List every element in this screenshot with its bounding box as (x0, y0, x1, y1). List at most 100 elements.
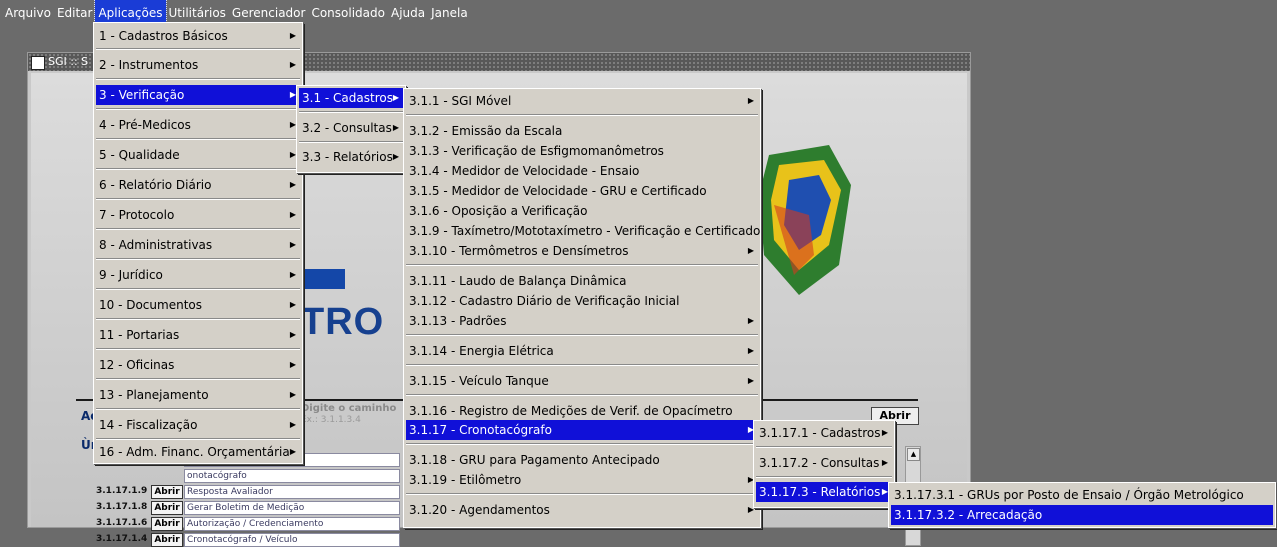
brazil-map-logo (759, 145, 851, 295)
menu-item-3-1-4[interactable]: 3.1.4 - Medidor de Velocidade - Ensaio (406, 161, 758, 181)
list-item-abrir-button[interactable]: Abrir (151, 533, 183, 547)
menu-separator (96, 78, 300, 80)
menu-item-label: 3.1.17 - Cronotacógrafo (409, 423, 552, 437)
menu-item-verificacao[interactable]: 3 - Verificação ▶ (96, 85, 300, 105)
menu-item-documentos[interactable]: 10 - Documentos ▶ (96, 295, 300, 315)
menu-separator (299, 141, 403, 143)
menu-separator (756, 446, 892, 448)
menu-item-3-1-11[interactable]: 3.1.11 - Laudo de Balança Dinâmica (406, 271, 758, 291)
menu-item-juridico[interactable]: 9 - Jurídico ▶ (96, 265, 300, 285)
menu-item-3-1-17-1[interactable]: 3.1.17.1 - Cadastros ▶ (756, 423, 892, 443)
menu-item-3-1-17-2[interactable]: 3.1.17.2 - Consultas ▶ (756, 453, 892, 473)
menu-item-3-1-16[interactable]: 3.1.16 - Registro de Medições de Verif. … (406, 401, 758, 421)
menu-separator (96, 258, 300, 260)
menu-item-3-1-13[interactable]: 3.1.13 - Padrões ▶ (406, 311, 758, 331)
submenu-arrow-icon: ▶ (289, 300, 296, 309)
menu-item-label: 3.1.15 - Veículo Tanque (409, 374, 549, 388)
menu-item-label: 4 - Pré-Medicos (99, 118, 191, 132)
window-title: SGI :: S (48, 55, 89, 68)
menu-item-3-1-17-3-2[interactable]: 3.1.17.3.2 - Arrecadação (891, 505, 1273, 525)
list-item-desc[interactable]: Cronotacógrafo / Veículo (184, 533, 400, 547)
menu-item-label: 3.1.11 - Laudo de Balança Dinâmica (409, 274, 627, 288)
menu-gerenciador[interactable]: Gerenciador (229, 0, 309, 22)
list-item-desc[interactable]: Gerar Boletim de Medição (184, 501, 400, 515)
menu-item-label: 3.1.19 - Etilômetro (409, 473, 522, 487)
menu-item-label: 3.1.9 - Taxímetro/Mototaxímetro - Verifi… (409, 224, 761, 238)
list-item-desc[interactable]: Autorização / Credenciamento (184, 517, 400, 531)
list-item-abrir-button[interactable]: Abrir (151, 501, 183, 515)
menu-item-3-1-20[interactable]: 3.1.20 - Agendamentos ▶ (406, 500, 758, 520)
path-input-example: Ex.: 3.1.1.3.4 (301, 415, 361, 425)
menu-item-label: 10 - Documentos (99, 298, 202, 312)
menu-item-label: 13 - Planejamento (99, 388, 209, 402)
menu-item-3-1-17-3[interactable]: 3.1.17.3 - Relatórios ▶ (756, 482, 892, 502)
menu-item-3-1-cadastros[interactable]: 3.1 - Cadastros ▶ (299, 88, 403, 108)
submenu-arrow-icon: ▶ (392, 152, 399, 161)
menu-item-pre-medicos[interactable]: 4 - Pré-Medicos ▶ (96, 115, 300, 135)
menu-item-3-1-17-3-1[interactable]: 3.1.17.3.1 - GRUs por Posto de Ensaio / … (891, 485, 1273, 505)
menu-separator (406, 334, 758, 336)
menu-arquivo[interactable]: Arquivo (2, 0, 54, 22)
menu-item-label: 3.2 - Consultas (302, 121, 392, 135)
menu-item-3-1-9[interactable]: 3.1.9 - Taxímetro/Mototaxímetro - Verifi… (406, 221, 761, 241)
menu-item-3-1-17[interactable]: 3.1.17 - Cronotacógrafo ▶ (406, 420, 758, 440)
menu-item-adm-financ[interactable]: 16 - Adm. Financ. Orçamentária ▶ (96, 442, 300, 462)
menu-item-label: 3.1.14 - Energia Elétrica (409, 344, 554, 358)
menu-item-3-1-19[interactable]: 3.1.19 - Etilômetro ▶ (406, 470, 758, 490)
menu-item-oficinas[interactable]: 12 - Oficinas ▶ (96, 355, 300, 375)
menu-item-qualidade[interactable]: 5 - Qualidade ▶ (96, 145, 300, 165)
submenu-arrow-icon: ▶ (289, 447, 296, 456)
menu-item-relatorio-diario[interactable]: 6 - Relatório Diário ▶ (96, 175, 300, 195)
menu-item-3-1-12[interactable]: 3.1.12 - Cadastro Diário de Verificação … (406, 291, 758, 311)
menu-item-label: 5 - Qualidade (99, 148, 180, 162)
menu-item-3-1-1[interactable]: 3.1.1 - SGI Móvel ▶ (406, 91, 758, 111)
menu-item-fiscalizacao[interactable]: 14 - Fiscalização ▶ (96, 415, 300, 435)
menu-item-label: 7 - Protocolo (99, 208, 175, 222)
menu-item-label: 3.3 - Relatórios (302, 150, 393, 164)
list-item-abrir-button[interactable]: Abrir (151, 517, 183, 531)
menu-item-label: 3.1.3 - Verificação de Esfigmomanômetros (409, 144, 664, 158)
menu-item-portarias[interactable]: 11 - Portarias ▶ (96, 325, 300, 345)
menu-item-protocolo[interactable]: 7 - Protocolo ▶ (96, 205, 300, 225)
menu-separator (96, 408, 300, 410)
menu-item-3-1-2[interactable]: 3.1.2 - Emissão da Escala (406, 121, 758, 141)
list-item-abrir-button[interactable]: Abrir (151, 485, 183, 499)
menu-item-3-3-relatorios[interactable]: 3.3 - Relatórios ▶ (299, 147, 403, 167)
menu-item-planejamento[interactable]: 13 - Planejamento ▶ (96, 385, 300, 405)
menu-item-label: 1 - Cadastros Básicos (99, 29, 228, 43)
menu-item-label: 3.1.16 - Registro de Medições de Verif. … (409, 404, 733, 418)
menu-item-label: 3.1.5 - Medidor de Velocidade - GRU e Ce… (409, 184, 707, 198)
menu-item-3-1-18[interactable]: 3.1.18 - GRU para Pagamento Antecipado (406, 450, 758, 470)
menu-separator (406, 443, 758, 445)
scroll-up-icon[interactable]: ▲ (907, 448, 920, 461)
menu-separator (406, 264, 758, 266)
menu-janela[interactable]: Janela (428, 0, 471, 22)
submenu-arrow-icon: ▶ (881, 458, 888, 467)
menu-ajuda[interactable]: Ajuda (388, 0, 428, 22)
menu-item-cadastros-basicos[interactable]: 1 - Cadastros Básicos ▶ (96, 26, 300, 46)
app-icon: N (31, 56, 45, 70)
submenu-arrow-icon: ▶ (392, 123, 399, 132)
menu-consolidado[interactable]: Consolidado (308, 0, 388, 22)
aplicacoes-menu: 1 - Cadastros Básicos ▶ 2 - Instrumentos ▶… (93, 22, 303, 464)
list-item-desc[interactable]: onotacógrafo (184, 469, 400, 483)
menu-separator (96, 378, 300, 380)
menu-separator (96, 318, 300, 320)
menu-item-3-1-3[interactable]: 3.1.3 - Verificação de Esfigmomanômetros (406, 141, 758, 161)
menu-aplicacoes[interactable]: Aplicações (94, 0, 167, 23)
menu-utilitarios[interactable]: Utilitários (166, 0, 229, 22)
list-item-desc[interactable]: Resposta Avaliador (184, 485, 400, 499)
relatorios-menu: 3.1.17.3.1 - GRUs por Posto de Ensaio / … (888, 482, 1276, 528)
menu-item-instrumentos[interactable]: 2 - Instrumentos ▶ (96, 55, 300, 75)
menu-item-3-1-10[interactable]: 3.1.10 - Termômetros e Densímetros ▶ (406, 241, 758, 261)
menu-item-administrativas[interactable]: 8 - Administrativas ▶ (96, 235, 300, 255)
menu-item-3-1-15[interactable]: 3.1.15 - Veículo Tanque ▶ (406, 371, 758, 391)
menu-item-3-1-6[interactable]: 3.1.6 - Oposição a Verificação (406, 201, 758, 221)
menu-item-3-1-5[interactable]: 3.1.5 - Medidor de Velocidade - GRU e Ce… (406, 181, 758, 201)
menu-item-label: 3.1 - Cadastros (302, 91, 393, 105)
menu-item-3-1-14[interactable]: 3.1.14 - Energia Elétrica ▶ (406, 341, 758, 361)
path-input-placeholder[interactable]: Digite o caminho (301, 403, 396, 414)
menu-editar[interactable]: Editar (54, 0, 96, 22)
menu-item-label: 14 - Fiscalização (99, 418, 198, 432)
menu-item-3-2-consultas[interactable]: 3.2 - Consultas ▶ (299, 118, 403, 138)
